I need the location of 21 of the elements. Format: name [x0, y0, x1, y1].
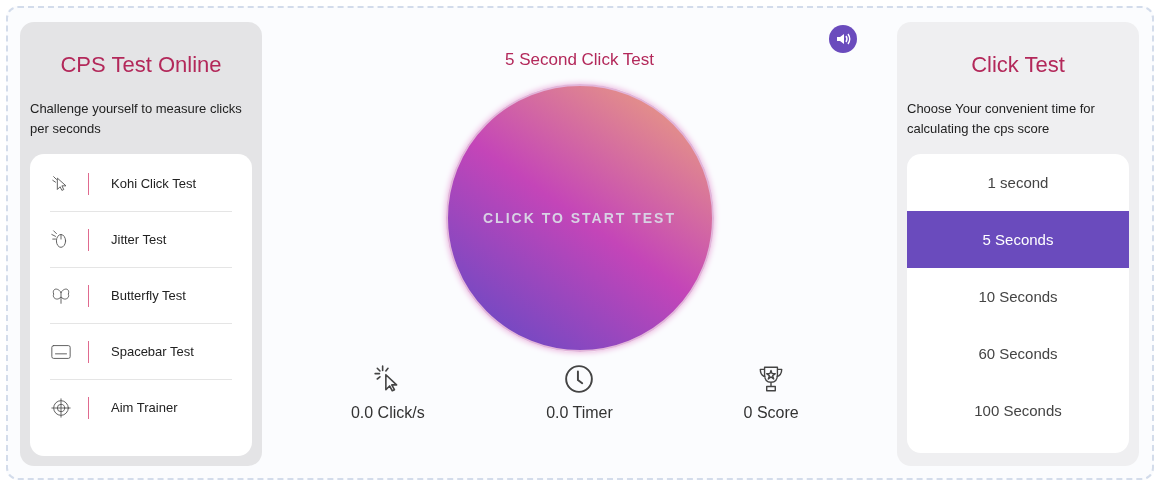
test-link[interactable]: Kohi Click Test	[111, 176, 196, 191]
panel-title: CPS Test Online	[59, 52, 223, 79]
duration-option[interactable]: 60 Seconds	[907, 325, 1129, 382]
panel-title: Click Test	[970, 52, 1066, 79]
test-link[interactable]: Jitter Test	[111, 232, 167, 247]
stat-label: 0.0 Timer	[546, 404, 613, 422]
duration-option[interactable]: 5 Seconds	[907, 211, 1129, 268]
test-link[interactable]: Spacebar Test	[111, 344, 194, 359]
test-title: 5 Second Click Test	[505, 50, 654, 70]
duration-option[interactable]: 1 second	[907, 154, 1129, 211]
duration-option[interactable]: 10 Seconds	[907, 268, 1129, 325]
panel-description: Choose Your convenient time for calculating the cps score	[907, 100, 1096, 138]
stat-label: 0.0 Click/s	[350, 404, 425, 422]
test-link[interactable]: Butterfly Test	[111, 288, 186, 303]
stat-label: 0 Score	[743, 404, 799, 422]
panel-description: Challenge yourself to measure clicks per seconds	[30, 100, 243, 138]
sound-button[interactable]	[829, 25, 857, 53]
clock-icon	[564, 364, 595, 394]
test-link[interactable]: Aim Trainer	[111, 400, 178, 415]
target-icon	[50, 396, 72, 419]
duration-option[interactable]: 100 Seconds	[907, 382, 1129, 439]
